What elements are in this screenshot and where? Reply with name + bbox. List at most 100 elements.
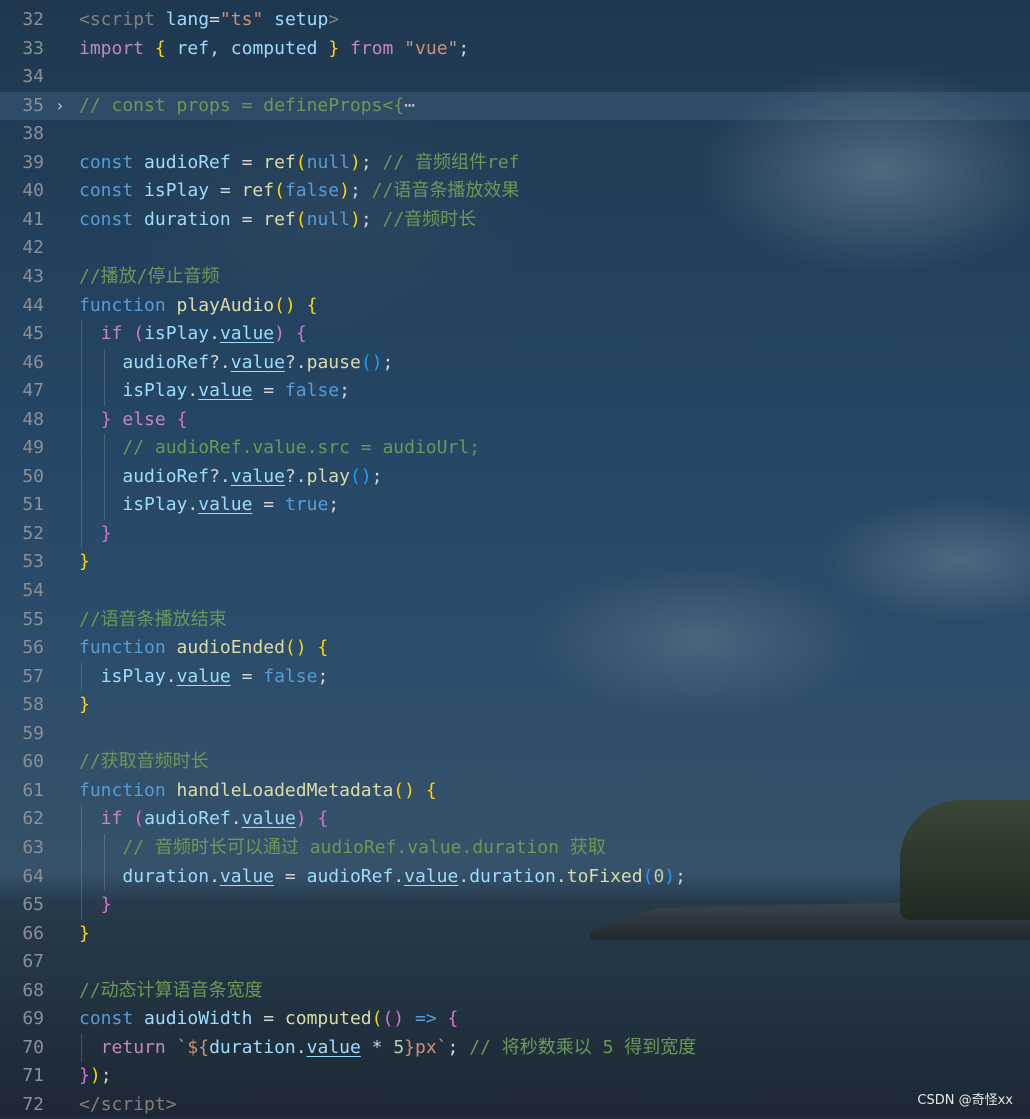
code-line[interactable]: 58} (0, 691, 1030, 719)
code-token: lang (165, 9, 210, 30)
line-number: 52 (22, 522, 44, 544)
code-line[interactable]: 46 audioRef?.value?.pause(); (0, 349, 1030, 377)
code-line[interactable]: 45 if (isPlay.value) { (0, 320, 1030, 348)
code-token: value (219, 865, 275, 887)
code-line[interactable]: 54 (0, 577, 1030, 605)
code-token: > (165, 1093, 177, 1115)
code-token: pause (306, 351, 361, 373)
code-token: from (350, 37, 394, 59)
code-token: function (79, 294, 166, 316)
code-token: . (458, 865, 470, 887)
code-line[interactable]: 47 isPlay.value = false; (0, 377, 1030, 405)
code-line[interactable]: 53} (0, 548, 1030, 576)
code-line[interactable]: 61 function handleLoadedMetadata() { (0, 777, 1030, 805)
code-line[interactable]: 71}); (0, 1062, 1030, 1090)
code-text: isPlay.value = true; (79, 491, 339, 519)
code-line[interactable]: 44 function playAudio() { (0, 292, 1030, 320)
code-token: const (79, 151, 134, 173)
code-line[interactable]: 32 <script lang="ts" setup> (0, 6, 1030, 34)
code-token: </ (79, 1093, 101, 1115)
code-line[interactable]: 38 (0, 120, 1030, 148)
code-token: . (187, 494, 199, 516)
code-line[interactable]: 35 › // const props = defineProps<{⋯ (0, 91, 1030, 120)
code-line[interactable]: 64 duration.value = audioRef.value.durat… (0, 863, 1030, 891)
line-number: 67 (22, 951, 44, 973)
line-number: 61 (22, 779, 44, 801)
line-number: 32 (22, 9, 44, 30)
line-number: 50 (22, 465, 44, 487)
code-token: () (360, 351, 383, 373)
indent-guide (81, 1033, 82, 1063)
line-number: 66 (22, 922, 44, 944)
code-text: audioRef?.value?.play(); (79, 463, 382, 491)
code-token: audioEnded (176, 637, 285, 659)
code-line[interactable]: 68 //动态计算语音条宽度 (0, 977, 1030, 1005)
code-line[interactable]: 56 function audioEnded() { (0, 634, 1030, 662)
code-token: audioWidth (144, 1008, 253, 1030)
code-token: ?. (284, 351, 307, 373)
code-token: `${ (176, 1036, 210, 1058)
code-line[interactable]: 70 return `${duration.value * 5}px`; // … (0, 1034, 1030, 1062)
line-number: 45 (22, 323, 44, 345)
code-text: } (79, 691, 90, 719)
code-token: ( (295, 208, 307, 230)
code-token: ref (241, 180, 275, 202)
code-line[interactable]: 69 const audioWidth = computed(() => { (0, 1005, 1030, 1033)
line-number: 57 (22, 665, 44, 687)
code-token: value (230, 465, 285, 487)
code-line[interactable]: 51 isPlay.value = true; (0, 491, 1030, 519)
code-token: ( (295, 151, 307, 173)
fold-chevron-icon[interactable]: › (55, 92, 69, 120)
code-text: } (79, 891, 112, 919)
code-line[interactable]: 60 //获取音频时长 (0, 748, 1030, 776)
code-token: // audioRef.value.src = audioUrl; (122, 437, 480, 459)
code-token: audioRef (306, 865, 394, 887)
code-line[interactable]: 55 //语音条播放结束 (0, 606, 1030, 634)
code-text: return `${duration.value * 5}px`; // 将秒数… (79, 1034, 697, 1062)
code-token: duration (469, 865, 556, 887)
code-line[interactable]: 72 </script> (0, 1091, 1030, 1119)
code-token: }px` (404, 1036, 448, 1058)
code-line[interactable]: 52 } (0, 520, 1030, 548)
code-line[interactable]: 42 (0, 234, 1030, 262)
code-line[interactable]: 50 audioRef?.value?.play(); (0, 463, 1030, 491)
code-line[interactable]: 40 const isPlay = ref(false); //语音条播放效果 (0, 177, 1030, 205)
code-line[interactable]: 67 (0, 948, 1030, 976)
code-line[interactable]: 63 // 音频时长可以通过 audioRef.value.duration 获… (0, 834, 1030, 862)
code-token: if (100, 808, 123, 830)
code-token: () (284, 637, 307, 659)
code-editor[interactable]: 32 <script lang="ts" setup> 33 import { ref… (0, 0, 1030, 1117)
code-line[interactable]: 39 const audioRef = ref(null); // 音频组件ref (0, 149, 1030, 177)
line-number: 47 (22, 380, 44, 402)
code-token: value (198, 380, 253, 402)
code-line[interactable]: 57 isPlay.value = false; (0, 663, 1030, 691)
code-line[interactable]: 49 // audioRef.value.src = audioUrl; (0, 434, 1030, 462)
code-line[interactable]: 43 //播放/停止音频 (0, 263, 1030, 291)
code-token: = (252, 1008, 285, 1030)
line-number: 41 (22, 208, 44, 230)
code-token: ) (664, 865, 676, 887)
code-token: const (79, 180, 134, 202)
code-text: audioRef?.value?.pause(); (79, 349, 393, 377)
code-token: } (79, 694, 90, 716)
indent-guide (104, 833, 105, 892)
code-line[interactable]: 65 } (0, 891, 1030, 919)
code-line[interactable]: 59 (0, 720, 1030, 748)
code-token: value (219, 323, 275, 345)
code-line[interactable]: 41 const duration = ref(null); //音频时长 (0, 206, 1030, 234)
code-line[interactable]: 48 } else { (0, 406, 1030, 434)
code-line[interactable]: 33 import { ref, computed } from "vue"; (0, 35, 1030, 63)
code-line[interactable]: 62 if (audioRef.value) { (0, 805, 1030, 833)
code-token: < (79, 9, 90, 30)
code-token: { (154, 37, 166, 59)
code-token: = (274, 865, 307, 887)
code-line[interactable]: 66} (0, 920, 1030, 948)
line-number: 56 (22, 637, 44, 659)
code-line[interactable]: 34 (0, 63, 1030, 91)
